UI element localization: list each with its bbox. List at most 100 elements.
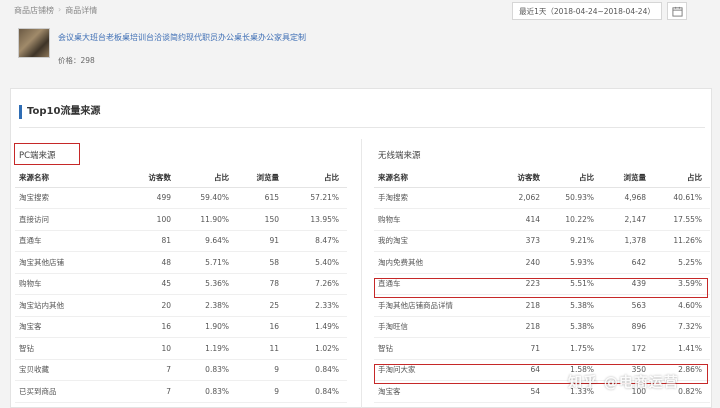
visitors: 499 <box>127 187 179 209</box>
pageview-share: 57.21% <box>287 187 347 209</box>
visitor-share: 0.83% <box>179 359 237 381</box>
table-row: 淘宝站内其他 20 2.38% 25 2.33% <box>15 294 347 317</box>
visitors: 2,062 <box>492 187 548 209</box>
section-title: Top10流量来源 <box>19 105 100 119</box>
section-divider <box>19 127 705 128</box>
visitor-share: 1.19% <box>179 337 237 360</box>
pageviews: 11 <box>237 337 287 360</box>
col-header-source: 来源名称 <box>374 169 492 188</box>
wireless-table-header: 来源名称 访客数 占比 浏览量 占比 <box>374 169 710 188</box>
pageview-share: 1.49% <box>287 316 347 338</box>
visitors: 10 <box>127 337 179 360</box>
pageview-share: 40.61% <box>654 187 710 209</box>
pageview-share: 2.33% <box>287 294 347 317</box>
visitor-share: 1.90% <box>179 316 237 338</box>
product-summary: 会议桌大班台老板桌培训台洽谈简约现代职员办公桌长桌办公家具定制 价格：298 <box>14 28 714 68</box>
col-header-source: 来源名称 <box>15 169 127 188</box>
table-row: 直通车 81 9.64% 91 8.47% <box>15 230 347 252</box>
source-name: 淘宝客 <box>15 316 127 338</box>
table-row: 淘宝客 16 1.90% 16 1.49% <box>15 316 347 338</box>
pageview-share: 13.95% <box>287 208 347 231</box>
table-row: 智钻 10 1.19% 11 1.02% <box>15 337 347 360</box>
visitor-share: 50.93% <box>548 187 602 209</box>
table-row: 购物车 414 10.22% 2,147 17.55% <box>374 208 710 231</box>
highlight-box-row-search <box>374 278 708 298</box>
visitors: 45 <box>127 273 179 295</box>
visitor-share: 5.93% <box>548 251 602 274</box>
pageview-share: 0.84% <box>287 380 347 403</box>
source-name: 淘宝其他店铺 <box>15 251 127 274</box>
breadcrumb-separator: › <box>58 5 62 14</box>
visitor-share: 59.40% <box>179 187 237 209</box>
source-name: 我的淘宝 <box>374 230 492 252</box>
pageviews: 91 <box>237 230 287 252</box>
visitors: 48 <box>127 251 179 274</box>
breadcrumb-store-link[interactable]: 商品店铺榜 <box>14 5 54 16</box>
source-name: 淘宝站内其他 <box>15 294 127 317</box>
visitors: 218 <box>492 316 548 338</box>
watermark-text: 知乎 @电商运营 <box>568 375 679 391</box>
top-bar: 商品店铺榜 › 商品详情 最近1天（2018-04-24~2018-04-24） <box>0 0 720 22</box>
visitor-share: 9.64% <box>179 230 237 252</box>
visitor-share: 5.36% <box>179 273 237 295</box>
visitors: 7 <box>127 359 179 381</box>
visitors: 20 <box>127 294 179 317</box>
col-header-pageview-share: 占比 <box>654 169 710 188</box>
pageviews: 58 <box>237 251 287 274</box>
table-row: 宝贝收藏 7 0.83% 9 0.84% <box>15 359 347 381</box>
pageview-share: 1.02% <box>287 337 347 360</box>
pageviews: 2,147 <box>602 208 654 231</box>
wireless-source-title: 无线端来源 <box>378 151 421 161</box>
table-row: 手淘搜索 2,062 50.93% 4,968 40.61% <box>374 187 710 209</box>
table-row: 智钻 71 1.75% 172 1.41% <box>374 337 710 360</box>
source-name: 智钻 <box>15 337 127 360</box>
pageviews: 896 <box>602 316 654 338</box>
visitors: 7 <box>127 380 179 403</box>
table-row: 淘宝其他店铺 48 5.71% 58 5.40% <box>15 251 347 274</box>
pageviews: 78 <box>237 273 287 295</box>
visitor-share: 1.75% <box>548 337 602 360</box>
source-name: 购物车 <box>15 273 127 295</box>
source-name: 直通车 <box>15 230 127 252</box>
pageviews: 1,378 <box>602 230 654 252</box>
visitor-share: 5.71% <box>179 251 237 274</box>
visitors: 71 <box>492 337 548 360</box>
traffic-source-panel: Top10流量来源 PC端来源 来源名称 访客数 占比 浏览量 占比 淘宝搜索 4… <box>10 88 712 408</box>
pageview-share: 5.40% <box>287 251 347 274</box>
source-name: 已买到商品 <box>15 380 127 403</box>
product-thumbnail[interactable] <box>18 28 50 58</box>
source-name: 淘宝搜索 <box>15 187 127 209</box>
table-row: 我的淘宝 373 9.21% 1,378 11.26% <box>374 230 710 252</box>
source-name: 直接访问 <box>15 208 127 231</box>
pageviews: 16 <box>237 316 287 338</box>
highlight-box-pc-title <box>14 143 80 165</box>
wireless-source-panel: 无线端来源 来源名称 访客数 占比 浏览量 占比 手淘搜索 2,062 50.93%… <box>361 139 713 408</box>
visitor-share: 10.22% <box>548 208 602 231</box>
pageviews: 150 <box>237 208 287 231</box>
table-row: 淘内免费其他 240 5.93% 642 5.25% <box>374 251 710 274</box>
source-name: 宝贝收藏 <box>15 359 127 381</box>
pageviews: 642 <box>602 251 654 274</box>
breadcrumb: 商品店铺榜 › 商品详情 <box>14 5 97 16</box>
col-header-visitors: 访客数 <box>492 169 548 188</box>
table-row: 手淘旺信 218 5.38% 896 7.32% <box>374 316 710 338</box>
col-header-visitor-share: 占比 <box>548 169 602 188</box>
pageviews: 172 <box>602 337 654 360</box>
visitors: 414 <box>492 208 548 231</box>
pageview-share: 11.26% <box>654 230 710 252</box>
col-header-pageviews: 浏览量 <box>237 169 287 188</box>
pageview-share: 7.32% <box>654 316 710 338</box>
pageviews: 25 <box>237 294 287 317</box>
visitors: 100 <box>127 208 179 231</box>
source-name: 智钻 <box>374 337 492 360</box>
product-title-link[interactable]: 会议桌大班台老板桌培训台洽谈简约现代职员办公桌长桌办公家具定制 <box>58 32 306 43</box>
visitors: 240 <box>492 251 548 274</box>
source-name: 购物车 <box>374 208 492 231</box>
col-header-pageviews: 浏览量 <box>602 169 654 188</box>
pageview-share: 17.55% <box>654 208 710 231</box>
table-row: 直接访问 100 11.90% 150 13.95% <box>15 208 347 231</box>
table-row: 淘宝搜索 499 59.40% 615 57.21% <box>15 187 347 209</box>
date-range-selector[interactable]: 最近1天（2018-04-24~2018-04-24） <box>512 2 662 20</box>
calendar-button[interactable] <box>667 2 687 20</box>
visitor-share: 2.38% <box>179 294 237 317</box>
